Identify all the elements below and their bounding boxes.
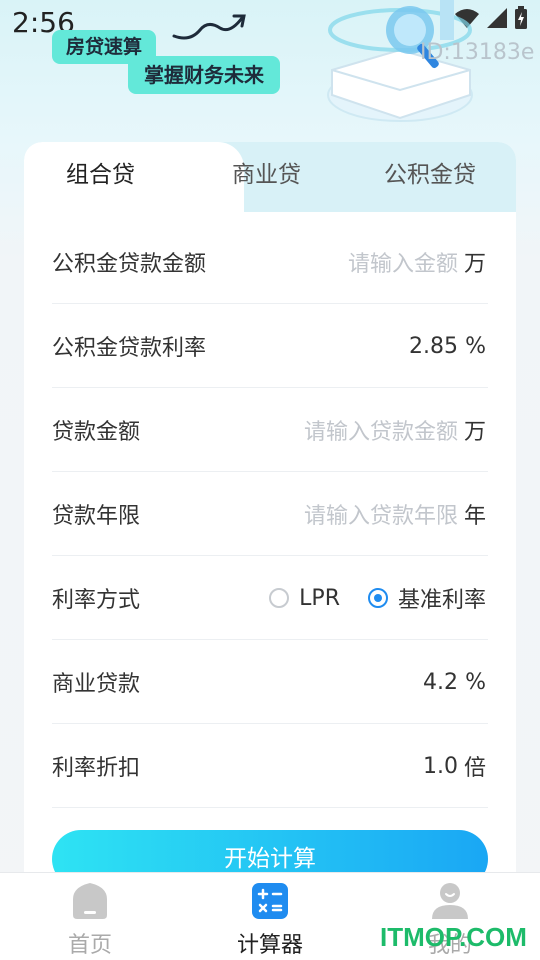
- magnifier-platform-illustration: [327, 0, 473, 122]
- nav-calculator-label: 计算器: [236, 933, 303, 958]
- loan-years-input[interactable]: 请输入贷款年限: [304, 498, 458, 530]
- watermark-logo: ITMOP.COM: [380, 922, 527, 952]
- tab-combined-loan[interactable]: 组合贷: [66, 142, 135, 212]
- loan-calculator-card: 组合贷 商业贷 公积金贷 公积金贷款金额 请输入金额 万 公积金贷款利率 2.8…: [24, 142, 516, 902]
- loan-type-tabs: 组合贷 商业贷 公积金贷: [24, 142, 516, 212]
- row-loan-amount: 贷款金额 请输入贷款金额 万: [52, 388, 488, 472]
- rate-discount-label: 利率折扣: [52, 755, 141, 781]
- nav-home-label: 首页: [67, 933, 112, 958]
- banner-tag-finance: 掌握财务未来: [128, 56, 280, 94]
- radio-lpr-circle[interactable]: [269, 588, 290, 608]
- rate-mode-label: 利率方式: [52, 587, 141, 613]
- home-icon: [73, 883, 107, 919]
- radio-benchmark-rate-circle[interactable]: [367, 588, 388, 608]
- commercial-loan-unit: %: [465, 669, 486, 695]
- tab-commercial-loan[interactable]: 商业贷: [232, 142, 301, 212]
- rate-discount-input[interactable]: 1.0: [423, 754, 458, 779]
- fund-amount-label: 公积金贷款金额: [52, 251, 207, 277]
- header-banner: 房贷速算 掌握财务未来 ID:13183e: [0, 0, 540, 140]
- row-commercial-loan: 商业贷款 4.2 %: [52, 640, 488, 724]
- radio-benchmark-rate-label: 基准利率: [397, 588, 486, 613]
- form-rows: 公积金贷款金额 请输入金额 万 公积金贷款利率 2.85 % 贷款金额 请输入贷…: [52, 220, 488, 808]
- tab-provident-fund-loan[interactable]: 公积金贷: [384, 142, 476, 212]
- nav-home[interactable]: 首页: [30, 879, 150, 959]
- fund-rate-unit: %: [465, 333, 486, 359]
- row-fund-rate: 公积金贷款利率 2.85 %: [52, 304, 488, 388]
- nav-calculator[interactable]: 计算器: [210, 879, 330, 959]
- rate-discount-unit: 倍: [463, 756, 486, 781]
- row-fund-amount: 公积金贷款金额 请输入金额 万: [52, 220, 488, 304]
- row-rate-mode: 利率方式 LPR 基准利率: [52, 556, 488, 640]
- radio-lpr-label: LPR: [299, 585, 340, 611]
- loan-years-unit: 年: [463, 504, 486, 529]
- radio-lpr[interactable]: LPR: [269, 586, 340, 611]
- loan-years-label: 贷款年限: [52, 503, 141, 529]
- fund-rate-input[interactable]: 2.85: [409, 334, 458, 359]
- commercial-loan-label: 商业贷款: [52, 671, 141, 697]
- row-rate-discount: 利率折扣 1.0 倍: [52, 724, 488, 808]
- commercial-loan-rate-input[interactable]: 4.2: [423, 670, 458, 695]
- arrow-swoosh-icon: [172, 14, 246, 40]
- fund-rate-label: 公积金贷款利率: [52, 335, 207, 361]
- calculator-icon: [252, 883, 288, 919]
- row-loan-years: 贷款年限 请输入贷款年限 年: [52, 472, 488, 556]
- loan-amount-unit: 万: [463, 420, 486, 445]
- user-icon: [432, 883, 468, 919]
- loan-amount-label: 贷款金额: [52, 419, 141, 445]
- banner-id-text: ID:13183e: [420, 40, 535, 65]
- fund-amount-input[interactable]: 请输入金额: [348, 246, 458, 278]
- loan-amount-input[interactable]: 请输入贷款金额: [304, 414, 458, 446]
- fund-amount-unit: 万: [463, 252, 486, 277]
- radio-benchmark-rate[interactable]: 基准利率: [367, 582, 486, 614]
